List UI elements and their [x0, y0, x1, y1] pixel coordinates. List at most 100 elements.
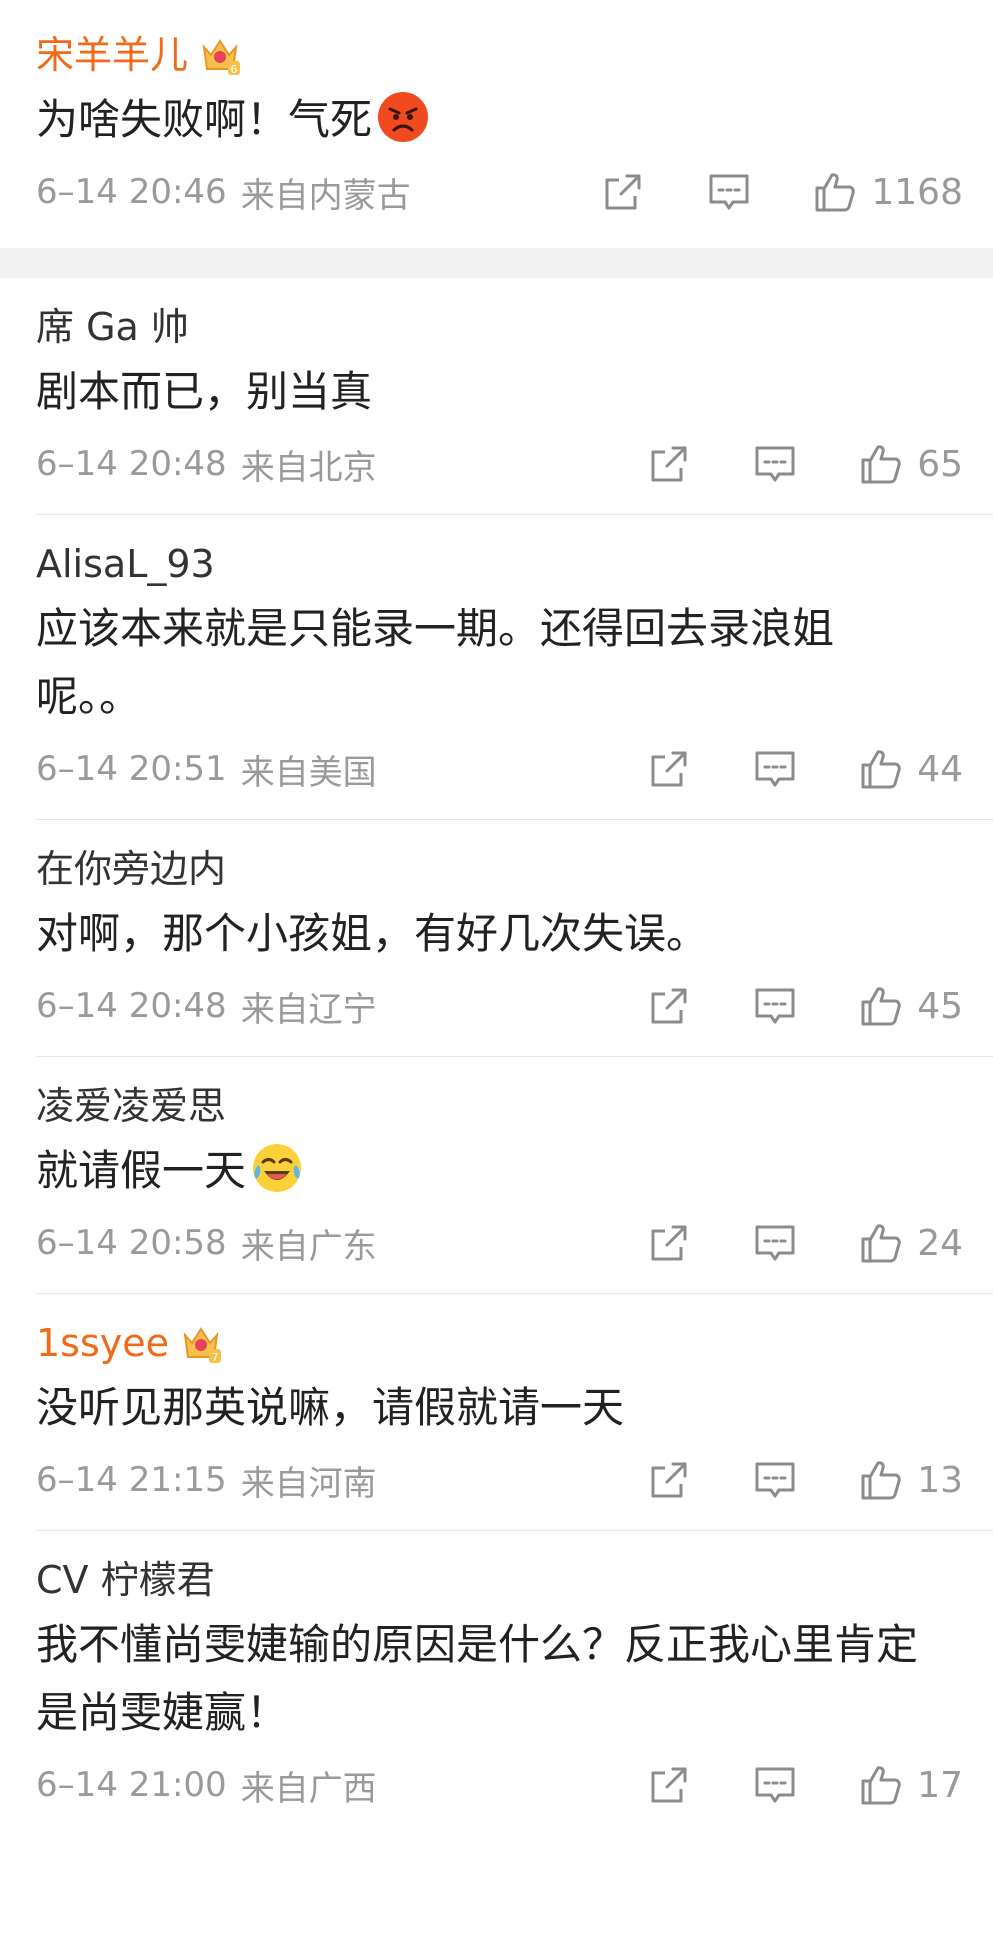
- comment-time: 6–14 20:48: [36, 444, 227, 484]
- comment-text: 剧本而已，别当真: [36, 358, 993, 426]
- comment-meta: 6–14 20:46 来自内蒙古 1168: [36, 160, 993, 224]
- comment-text-content: 没听见那英说嘛，请假就请一天: [36, 1383, 625, 1432]
- comment-icon[interactable]: [753, 442, 797, 486]
- comment-item: 宋羊羊儿 6 为啥失败啊！气死 6–14 20:46 来自内蒙古 1168: [0, 0, 993, 278]
- like-button[interactable]: 65: [859, 442, 963, 486]
- share-icon[interactable]: [601, 170, 645, 214]
- username-text[interactable]: 凌爱凌爱思: [36, 1087, 226, 1125]
- comment-text-content: 应该本来就是只能录一期。还得回去录浪姐呢。。: [36, 604, 835, 721]
- share-icon[interactable]: [647, 1458, 691, 1502]
- comment-actions: 45: [647, 984, 963, 1028]
- comment-item: 凌爱凌爱思 就请假一天 6–14 20:58 来自广东 24: [36, 1057, 993, 1294]
- comment-icon[interactable]: [753, 1458, 797, 1502]
- comment-time: 6–14 20:46: [36, 172, 227, 212]
- thumbs-up-icon[interactable]: [859, 1763, 903, 1807]
- laughing-crying-face-icon: [253, 1144, 302, 1192]
- like-count: 44: [917, 748, 963, 790]
- comment-time: 6–14 21:00: [36, 1765, 227, 1805]
- comment-meta: 6–14 20:48 来自辽宁 45: [36, 974, 993, 1038]
- comment-location: 来自内蒙古: [240, 175, 411, 216]
- like-button[interactable]: 17: [859, 1763, 963, 1807]
- comment-location: 来自河南: [240, 1463, 377, 1504]
- comment-username[interactable]: 席 Ga 帅: [36, 302, 993, 352]
- like-count: 45: [917, 985, 963, 1027]
- like-button[interactable]: 1168: [813, 170, 963, 214]
- svg-text:6: 6: [231, 63, 238, 76]
- like-button[interactable]: 45: [859, 984, 963, 1028]
- comment-text-content: 剧本而已，别当真: [36, 367, 373, 416]
- comment-meta: 6–14 21:15 来自河南 13: [36, 1448, 993, 1512]
- comment-text: 为啥失败啊！气死: [36, 86, 993, 154]
- comment-actions: 1168: [601, 170, 963, 214]
- like-count: 24: [917, 1222, 963, 1264]
- username-text[interactable]: 1ssyee: [36, 1324, 169, 1362]
- comment-text: 对啊，那个小孩姐，有好几次失误。: [36, 900, 993, 968]
- thumbs-up-icon[interactable]: [859, 1221, 903, 1265]
- comment-meta: 6–14 21:00 来自广西 17: [36, 1753, 993, 1817]
- vip-crown-icon: 6: [202, 39, 241, 76]
- share-icon[interactable]: [647, 1763, 691, 1807]
- thumbs-up-icon[interactable]: [859, 442, 903, 486]
- thumbs-up-icon[interactable]: [859, 747, 903, 791]
- thumbs-up-icon[interactable]: [859, 984, 903, 1028]
- username-text[interactable]: 在你旁边内: [36, 850, 226, 888]
- comment-username[interactable]: AlisaL_93: [36, 539, 993, 589]
- share-icon[interactable]: [647, 1221, 691, 1265]
- comment-username[interactable]: 1ssyee 7: [36, 1318, 993, 1368]
- comment-text: 我不懂尚雯婕输的原因是什么？反正我心里肯定是尚雯婕赢！: [36, 1611, 993, 1747]
- like-count: 17: [917, 1764, 963, 1806]
- username-text[interactable]: 宋羊羊儿: [36, 36, 188, 74]
- comment-text-content: 我不懂尚雯婕输的原因是什么？反正我心里肯定是尚雯婕赢！: [36, 1620, 919, 1737]
- comment-actions: 65: [647, 442, 963, 486]
- comment-icon[interactable]: [707, 170, 751, 214]
- comment-actions: 24: [647, 1221, 963, 1265]
- like-button[interactable]: 13: [859, 1458, 963, 1502]
- comment-text-content: 对啊，那个小孩姐，有好几次失误。: [36, 909, 709, 958]
- comment-username[interactable]: 凌爱凌爱思: [36, 1081, 993, 1131]
- like-count: 1168: [871, 171, 963, 213]
- share-icon[interactable]: [647, 442, 691, 486]
- comment-text: 就请假一天: [36, 1137, 993, 1205]
- comment-item: 席 Ga 帅 剧本而已，别当真 6–14 20:48 来自北京 65: [36, 278, 993, 515]
- comment-location: 来自广西: [240, 1768, 377, 1809]
- like-count: 65: [917, 443, 963, 485]
- comment-actions: 17: [647, 1763, 963, 1807]
- comment-text-content: 就请假一天: [36, 1146, 247, 1195]
- username-text[interactable]: CV 柠檬君: [36, 1561, 215, 1599]
- like-button[interactable]: 24: [859, 1221, 963, 1265]
- comment-time: 6–14 20:48: [36, 986, 227, 1026]
- username-text[interactable]: AlisaL_93: [36, 545, 215, 583]
- share-icon[interactable]: [647, 747, 691, 791]
- comment-item: 1ssyee 7 没听见那英说嘛，请假就请一天 6–14 21:15 来自河南: [36, 1294, 993, 1531]
- comment-location: 来自美国: [240, 752, 377, 793]
- comment-username[interactable]: 宋羊羊儿 6: [36, 30, 993, 80]
- comment-text-content: 为啥失败啊！气死: [36, 95, 373, 144]
- comment-actions: 13: [647, 1458, 963, 1502]
- comment-time: 6–14 21:15: [36, 1460, 227, 1500]
- comment-meta: 6–14 20:48 来自北京 65: [36, 432, 993, 496]
- thumbs-up-icon[interactable]: [813, 170, 857, 214]
- comment-username[interactable]: CV 柠檬君: [36, 1555, 993, 1605]
- share-icon[interactable]: [647, 984, 691, 1028]
- comment-actions: 44: [647, 747, 963, 791]
- comment-icon[interactable]: [753, 1763, 797, 1807]
- comment-location: 来自广东: [240, 1226, 377, 1267]
- comment-text: 没听见那英说嘛，请假就请一天: [36, 1374, 993, 1442]
- username-text[interactable]: 席 Ga 帅: [36, 308, 189, 346]
- thumbs-up-icon[interactable]: [859, 1458, 903, 1502]
- like-button[interactable]: 44: [859, 747, 963, 791]
- comment-username[interactable]: 在你旁边内: [36, 844, 993, 894]
- comment-meta: 6–14 20:58 来自广东 24: [36, 1211, 993, 1275]
- comment-icon[interactable]: [753, 747, 797, 791]
- comment-icon[interactable]: [753, 984, 797, 1028]
- comment-location: 来自北京: [240, 447, 377, 488]
- vip-crown-icon: 7: [183, 1327, 222, 1364]
- comment-meta: 6–14 20:51 来自美国 44: [36, 737, 993, 801]
- comment-icon[interactable]: [753, 1221, 797, 1265]
- comment-list: 宋羊羊儿 6 为啥失败啊！气死 6–14 20:46 来自内蒙古 1168 席 …: [0, 0, 993, 1817]
- comment-text: 应该本来就是只能录一期。还得回去录浪姐呢。。: [36, 595, 993, 731]
- angry-face-icon: [378, 92, 429, 142]
- comment-location: 来自辽宁: [240, 989, 377, 1030]
- comment-item: 在你旁边内 对啊，那个小孩姐，有好几次失误。 6–14 20:48 来自辽宁 4…: [36, 820, 993, 1057]
- like-count: 13: [917, 1459, 963, 1501]
